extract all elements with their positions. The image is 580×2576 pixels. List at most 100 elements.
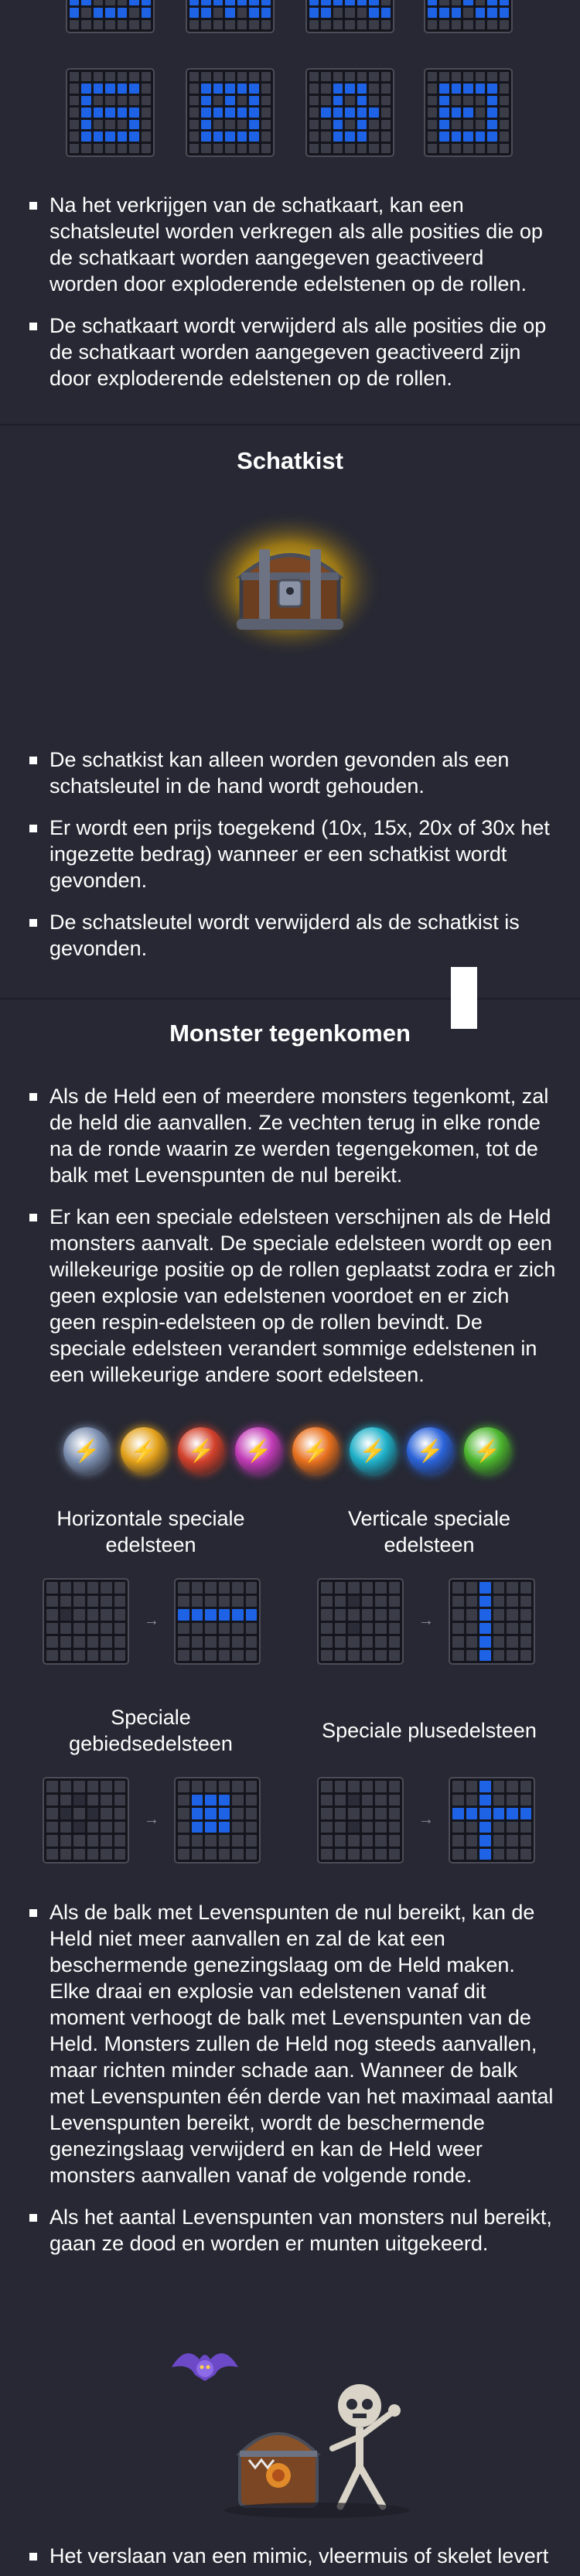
vertical-gem-label: Verticale speciale edelsteen (347, 1507, 511, 1556)
grid-cell (101, 1595, 112, 1607)
grid-cell (70, 0, 80, 6)
grid-cell (87, 1649, 98, 1661)
grid-cell (466, 1808, 477, 1819)
grid-cell (309, 8, 319, 18)
grid-cell (380, 143, 391, 153)
grid-cell (452, 1622, 464, 1634)
grid-cell (245, 1649, 257, 1661)
grid-cell (388, 1808, 400, 1819)
grid-cell (493, 1808, 504, 1819)
grid-cell (261, 132, 271, 142)
grid-cell (129, 119, 139, 130)
grid-cell (218, 1622, 230, 1634)
horizontal-gem-label: Horizontale speciale edelsteen (56, 1507, 245, 1556)
grid-cell (46, 1848, 58, 1860)
grid-cell (466, 1781, 477, 1792)
grid-cell (357, 72, 367, 82)
grid-cell (493, 1781, 504, 1792)
grid-cell (361, 1595, 373, 1607)
grid-cell (479, 1622, 491, 1634)
grid-cell (463, 119, 473, 130)
grid-cell (205, 1781, 217, 1792)
grid-cell (388, 1835, 400, 1847)
grid-cell (321, 119, 331, 130)
grid-cell (73, 1609, 85, 1621)
grid-cell (46, 1808, 58, 1819)
grid-cell (93, 143, 104, 153)
yellow-lightning-gem-icon: ⚡ (121, 1427, 167, 1474)
grid-cell (334, 1848, 346, 1860)
grid-cell (141, 0, 151, 6)
grid-cell (321, 1808, 333, 1819)
grid-cell (201, 19, 211, 29)
grid-cell (321, 108, 331, 118)
grid-cell (466, 1609, 477, 1621)
grid-cell (60, 1835, 71, 1847)
grid-cell (451, 108, 462, 118)
treasure-map-grid (186, 68, 275, 157)
grid-cell (479, 1835, 491, 1847)
grid-cell (479, 1595, 491, 1607)
grid-cell (428, 72, 438, 82)
list-item: De schatkist kan alleen worden gevonden … (28, 746, 557, 799)
grid-cell (81, 8, 91, 18)
grid-cell (101, 1636, 112, 1648)
grid-cell (463, 108, 473, 118)
grid-cell (237, 95, 247, 106)
grid-cell (493, 1636, 504, 1648)
grid-cell (245, 1821, 257, 1833)
grid-cell (225, 19, 235, 29)
grid-cell (141, 132, 151, 142)
grid-cell (105, 95, 115, 106)
grid-cell (225, 8, 235, 18)
grid-cell (232, 1622, 244, 1634)
grid-cell (357, 19, 367, 29)
grid-cell (357, 119, 367, 130)
grid-cell (333, 72, 343, 82)
grid-cell (46, 1636, 58, 1648)
grid-cell (487, 95, 497, 106)
grid-cell (213, 119, 223, 130)
grid-cell (249, 0, 259, 6)
grid-cell (479, 1582, 491, 1594)
grid-cell (191, 1582, 203, 1594)
grid-cell (237, 84, 247, 94)
grid-cell (87, 1582, 98, 1594)
grid-cell (333, 143, 343, 153)
list-item: Na het verkrijgen van de schatkaart, kan… (28, 192, 557, 297)
grid-cell (428, 119, 438, 130)
grid-cell (348, 1848, 360, 1860)
grid-cell (345, 132, 355, 142)
grid-cell (201, 119, 211, 130)
grid-cell (189, 119, 200, 130)
grid-cell (218, 1649, 230, 1661)
grid-cell (466, 1794, 477, 1806)
grid-cell (357, 108, 367, 118)
special-gem-grid-after (174, 1777, 261, 1864)
grid-cell (466, 1622, 477, 1634)
grid-cell (388, 1848, 400, 1860)
grid-cell (81, 72, 91, 82)
grid-cell (357, 0, 367, 6)
section-divider (0, 998, 580, 999)
grid-cell (237, 108, 247, 118)
grid-cell (345, 0, 355, 6)
grid-cell (232, 1794, 244, 1806)
grid-cell (205, 1622, 217, 1634)
grid-cell (493, 1582, 504, 1594)
grid-cell (81, 95, 91, 106)
grid-cell (321, 19, 331, 29)
grid-cell (46, 1794, 58, 1806)
grid-cell (520, 1821, 531, 1833)
grid-cell (249, 143, 259, 153)
grid-cell (466, 1649, 477, 1661)
grid-cell (451, 8, 462, 18)
grid-cell (60, 1622, 71, 1634)
grid-cell (388, 1609, 400, 1621)
grid-cell (87, 1622, 98, 1634)
list-item: Als de Held een of meerdere monsters teg… (28, 1083, 557, 1188)
grid-cell (191, 1781, 203, 1792)
grid-cell (201, 8, 211, 18)
grid-cell (237, 19, 247, 29)
grid-cell (507, 1595, 518, 1607)
